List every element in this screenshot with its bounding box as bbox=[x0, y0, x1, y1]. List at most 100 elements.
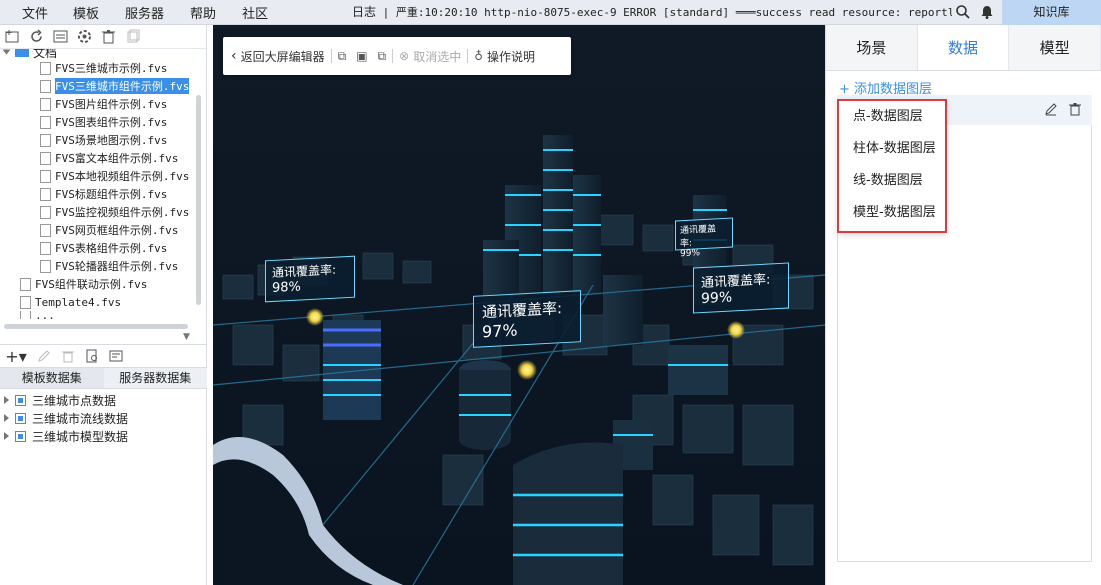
add-data-layer-button[interactable]: + 添加数据图层 bbox=[839, 78, 932, 97]
menu-server[interactable]: 服务器 bbox=[125, 3, 164, 22]
lightbulb-icon[interactable]: ♁ bbox=[474, 49, 483, 63]
deselect-icon: ⊗ bbox=[399, 49, 410, 63]
menu-item-line-layer[interactable]: 线-数据图层 bbox=[839, 165, 945, 197]
menu-item-column-layer[interactable]: 柱体-数据图层 bbox=[839, 133, 945, 165]
new-folder-icon[interactable] bbox=[5, 29, 20, 44]
file-item[interactable]: FVS表格组件示例.fvs bbox=[40, 239, 200, 257]
collapse-arrow-icon[interactable]: ▼ bbox=[183, 332, 190, 342]
panel-splitter[interactable]: ▼ bbox=[0, 332, 207, 345]
file-icon bbox=[40, 115, 51, 129]
tree-horizontal-scrollbar[interactable] bbox=[4, 324, 188, 329]
file-item-selected[interactable]: FVS三维城市组件示例.fvs bbox=[40, 77, 200, 95]
file-label: FVS三维城市组件示例.fvs bbox=[55, 78, 190, 94]
config-tabs: 场景 数据 模型 bbox=[826, 25, 1101, 71]
file-item[interactable]: FVS本地视频组件示例.fvs bbox=[40, 167, 200, 185]
file-item[interactable]: FVS图表组件示例.fvs bbox=[40, 113, 200, 131]
coverage-label: 通讯覆盖率: 99% bbox=[693, 262, 789, 314]
3d-city-canvas[interactable]: 通讯覆盖率: 98% 通讯覆盖率: 97% 通讯覆盖率: 99% 通讯覆盖率: … bbox=[213, 25, 825, 585]
menu-file[interactable]: 文件 bbox=[22, 3, 48, 22]
file-item[interactable]: Template4.fvs bbox=[20, 293, 200, 311]
file-icon bbox=[40, 61, 51, 75]
dataset-icon bbox=[15, 412, 26, 424]
file-label: FVS图片组件示例.fvs bbox=[55, 98, 168, 111]
edit-icon bbox=[36, 349, 51, 364]
file-label: FVS标题组件示例.fvs bbox=[55, 188, 168, 201]
file-item[interactable]: FVS富文本组件示例.fvs bbox=[40, 149, 200, 167]
dataset-label: 三维城市点数据 bbox=[32, 393, 117, 408]
file-item[interactable]: FVS标题组件示例.fvs bbox=[40, 185, 200, 203]
refresh-icon[interactable] bbox=[29, 29, 44, 44]
preview-icon[interactable] bbox=[84, 349, 99, 364]
file-label: FVS轮播器组件示例.fvs bbox=[55, 260, 179, 273]
file-icon bbox=[40, 151, 51, 165]
file-icon bbox=[40, 241, 51, 255]
tree-vertical-scrollbar[interactable] bbox=[196, 95, 201, 305]
file-label: Template4.fvs bbox=[35, 295, 122, 309]
layer-icon[interactable]: ▣ bbox=[356, 49, 367, 63]
menu-help[interactable]: 帮助 bbox=[190, 3, 216, 22]
log-label: 日志 bbox=[352, 5, 377, 19]
folder-icon bbox=[15, 49, 29, 57]
dataset-item[interactable]: 三维城市流线数据 bbox=[0, 409, 207, 427]
file-label: FVS场景地图示例.fvs bbox=[55, 134, 168, 147]
file-item[interactable]: FVS网页框组件示例.fvs bbox=[40, 221, 200, 239]
divider bbox=[392, 49, 394, 63]
delete-icon[interactable] bbox=[101, 29, 116, 44]
menu-item-model-layer[interactable]: 模型-数据图层 bbox=[839, 197, 945, 229]
log-line[interactable]: 日志 | 严重:10:20:10 http-nio-8075-exec-9 ER… bbox=[352, 0, 952, 25]
tree-folder[interactable]: 文档 bbox=[0, 49, 200, 60]
file-label: FVS表格组件示例.fvs bbox=[55, 242, 168, 255]
label-value: 97% bbox=[482, 320, 518, 342]
file-icon bbox=[20, 295, 31, 309]
edit-layer-icon[interactable] bbox=[1044, 102, 1058, 119]
menu-item-point-layer[interactable]: 点-数据图层 bbox=[839, 101, 945, 133]
copy-icon bbox=[125, 29, 140, 44]
dataset-item[interactable]: 三维城市点数据 bbox=[0, 391, 207, 409]
file-icon bbox=[40, 97, 51, 111]
tab-model[interactable]: 模型 bbox=[1009, 25, 1101, 70]
settings-icon[interactable] bbox=[77, 29, 92, 44]
file-item[interactable]: FVS轮播器组件示例.fvs bbox=[40, 257, 200, 275]
tab-server-datasets[interactable]: 服务器数据集 bbox=[103, 368, 207, 388]
chevron-right-icon bbox=[4, 414, 9, 422]
knowledge-base-button[interactable]: 知识库 bbox=[1002, 0, 1101, 25]
menu-template[interactable]: 模板 bbox=[73, 3, 99, 22]
copy-view-icon[interactable]: ⧉ bbox=[338, 49, 347, 64]
file-item[interactable]: FVS三维城市示例.fvs bbox=[40, 59, 200, 77]
duplicate-icon[interactable]: ⧉ bbox=[378, 49, 387, 64]
file-item[interactable]: ... bbox=[20, 311, 200, 319]
right-panel: 场景 数据 模型 + 添加数据图层 点-数据图层 柱体-数据图层 线-数据图层 … bbox=[825, 25, 1101, 585]
add-dataset-icon[interactable]: +▾ bbox=[5, 347, 27, 366]
deselect-button: 取消选中 bbox=[413, 49, 462, 64]
file-label: FVS监控视频组件示例.fvs bbox=[55, 206, 190, 219]
file-label: FVS三维城市示例.fvs bbox=[55, 62, 168, 75]
server-dataset-icon[interactable] bbox=[108, 349, 123, 364]
chevron-down-icon bbox=[2, 49, 11, 55]
template-icon[interactable] bbox=[53, 29, 68, 44]
file-item[interactable]: FVS监控视频组件示例.fvs bbox=[40, 203, 200, 221]
file-label: FVS图表组件示例.fvs bbox=[55, 116, 168, 129]
dataset-label: 三维城市流线数据 bbox=[32, 411, 129, 426]
chevron-right-icon bbox=[4, 396, 9, 404]
back-to-editor-button[interactable]: 返回大屏编辑器 bbox=[241, 48, 325, 65]
file-item[interactable]: FVS场景地图示例.fvs bbox=[40, 131, 200, 149]
file-item[interactable]: FVS图片组件示例.fvs bbox=[40, 95, 200, 113]
menu-community[interactable]: 社区 bbox=[242, 3, 268, 22]
tab-template-datasets[interactable]: 模板数据集 bbox=[0, 368, 104, 388]
search-icon[interactable] bbox=[955, 4, 971, 23]
help-button[interactable]: 操作说明 bbox=[487, 48, 535, 65]
label-title: 通讯覆盖率: bbox=[680, 224, 717, 250]
file-label: ... bbox=[35, 311, 55, 319]
tab-scene[interactable]: 场景 bbox=[826, 25, 918, 70]
file-toolbar bbox=[0, 25, 206, 49]
light-marker bbox=[517, 360, 537, 380]
delete-layer-icon[interactable] bbox=[1068, 102, 1082, 119]
file-icon bbox=[20, 277, 31, 291]
coverage-label: 通讯覆盖率: 98% bbox=[265, 255, 355, 303]
file-label: FVS组件联动示例.fvs bbox=[35, 278, 148, 291]
chevron-left-icon[interactable]: ‹ bbox=[231, 48, 237, 64]
file-item[interactable]: FVS组件联动示例.fvs bbox=[20, 275, 200, 293]
dataset-item[interactable]: 三维城市模型数据 bbox=[0, 427, 207, 445]
bell-icon[interactable] bbox=[979, 4, 995, 23]
tab-data[interactable]: 数据 bbox=[917, 25, 1010, 70]
